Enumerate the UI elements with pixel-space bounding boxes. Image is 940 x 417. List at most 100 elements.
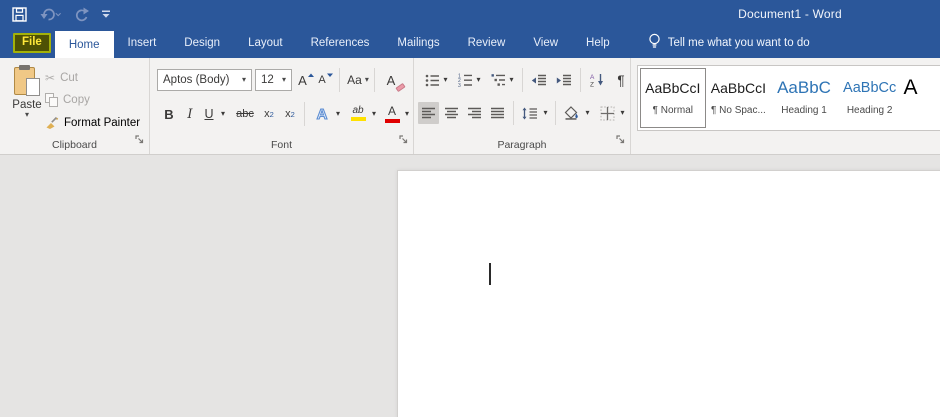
underline-dropdown-icon[interactable]: ▾ [218, 103, 228, 125]
font-color-dropdown-icon[interactable]: ▾ [402, 103, 412, 125]
title-bar: Document1 - Word [0, 0, 940, 28]
align-right-button[interactable] [464, 102, 485, 124]
line-spacing-dropdown-icon[interactable]: ▾ [541, 102, 550, 124]
lightbulb-icon [648, 33, 661, 53]
bullets-icon [425, 74, 440, 87]
redo-icon[interactable] [73, 6, 89, 22]
bullets-button[interactable] [422, 69, 442, 91]
styles-gallery: AaBbCcI ¶ Normal AaBbCcI ¶ No Spac... Aa… [637, 65, 940, 131]
font-group-label: Font [150, 139, 413, 151]
undo-icon[interactable] [39, 6, 61, 22]
tab-help[interactable]: Help [572, 28, 624, 58]
svg-text:Z: Z [590, 82, 594, 88]
tell-me-box[interactable]: Tell me what you want to do [648, 33, 810, 53]
multilevel-list-button[interactable] [488, 69, 508, 91]
justify-button[interactable] [487, 102, 508, 124]
save-icon[interactable] [12, 7, 27, 22]
line-spacing-button[interactable] [519, 102, 541, 124]
tab-view[interactable]: View [519, 28, 572, 58]
font-size-value: 12 [261, 74, 274, 86]
show-hide-formatting-button[interactable]: ¶ [613, 69, 629, 91]
tab-home[interactable]: Home [55, 31, 114, 58]
numbering-button[interactable]: 123 [455, 69, 475, 91]
superscript-button[interactable]: x2 [281, 103, 299, 125]
font-name-dropdown-icon[interactable]: ▾ [237, 76, 246, 84]
clipboard-group: Paste ▾ ✂ Cut Copy Format Painter Clipbo… [0, 58, 150, 154]
text-effects-dropdown-icon[interactable]: ▾ [333, 103, 343, 125]
ribbon-tab-row: File Home Insert Design Layout Reference… [0, 28, 940, 58]
font-size-dropdown-icon[interactable]: ▾ [277, 76, 286, 84]
borders-button[interactable] [596, 102, 618, 124]
tab-design[interactable]: Design [170, 28, 234, 58]
decrease-indent-button[interactable] [528, 69, 550, 91]
style-no-spacing[interactable]: AaBbCcI ¶ No Spac... [706, 68, 772, 128]
customize-quick-access-icon[interactable] [101, 9, 111, 19]
sort-button[interactable]: AZ [586, 69, 608, 91]
tab-insert[interactable]: Insert [114, 28, 171, 58]
tab-file[interactable]: File [13, 33, 51, 54]
bullets-dropdown-icon[interactable]: ▾ [441, 69, 450, 91]
style-heading-2[interactable]: AaBbCc Heading 2 [837, 68, 903, 128]
text-effects-button[interactable]: A [311, 103, 333, 125]
borders-icon [600, 106, 615, 121]
shading-button[interactable] [561, 102, 583, 124]
paragraph-group-label: Paragraph [414, 139, 630, 151]
document-page[interactable] [397, 170, 940, 417]
borders-dropdown-icon[interactable]: ▾ [618, 102, 627, 124]
scissors-icon: ✂ [45, 71, 55, 85]
tab-layout[interactable]: Layout [234, 28, 297, 58]
shrink-font-button[interactable]: A [317, 69, 334, 91]
tab-mailings[interactable]: Mailings [383, 28, 453, 58]
font-color-button[interactable]: A [381, 102, 403, 124]
format-painter-icon [45, 115, 59, 132]
tab-references[interactable]: References [297, 28, 384, 58]
format-painter-button[interactable]: Format Painter [45, 113, 140, 133]
copy-label: Copy [63, 94, 90, 106]
text-effects-icon: A [317, 106, 328, 123]
multilevel-list-icon [491, 73, 506, 87]
underline-button[interactable]: U [201, 103, 217, 125]
bold-button[interactable]: B [161, 103, 177, 125]
align-center-button[interactable] [441, 102, 462, 124]
word-window: Document1 - Word File Home Insert Design… [0, 0, 940, 417]
subscript-button[interactable]: x2 [260, 103, 278, 125]
quick-access-toolbar [12, 0, 111, 28]
increase-indent-button[interactable] [553, 69, 575, 91]
multilevel-list-dropdown-icon[interactable]: ▾ [507, 69, 516, 91]
cut-label: Cut [60, 72, 78, 84]
change-case-dropdown-icon: ▾ [365, 76, 369, 84]
font-size-combobox[interactable]: 12 ▾ [255, 69, 292, 91]
paste-dropdown-icon[interactable]: ▾ [25, 111, 29, 119]
shading-dropdown-icon[interactable]: ▾ [583, 102, 592, 124]
clipboard-dialog-launcher-icon[interactable] [135, 132, 145, 150]
italic-button[interactable]: I [183, 103, 197, 125]
tab-review[interactable]: Review [454, 28, 520, 58]
numbering-icon: 123 [458, 73, 473, 87]
increase-indent-icon [556, 74, 572, 87]
style-heading-1[interactable]: AaBbC Heading 1 [771, 68, 837, 128]
copy-button[interactable]: Copy [45, 90, 90, 110]
font-color-icon: A [385, 104, 400, 123]
align-left-button[interactable] [418, 102, 439, 124]
style-partial[interactable]: A [902, 68, 939, 128]
window-title: Document1 - Word [660, 0, 920, 28]
change-case-button[interactable]: Aa ▾ [345, 69, 371, 91]
style-normal[interactable]: AaBbCcI ¶ Normal [640, 68, 706, 128]
clear-formatting-button[interactable]: A [381, 69, 401, 91]
text-highlight-dropdown-icon[interactable]: ▾ [369, 103, 379, 125]
font-name-combobox[interactable]: Aptos (Body) ▾ [157, 69, 252, 91]
grow-font-button[interactable]: A [297, 69, 315, 91]
cut-button[interactable]: ✂ Cut [45, 68, 78, 88]
align-center-icon [445, 107, 459, 119]
tell-me-label: Tell me what you want to do [668, 37, 810, 49]
paste-button[interactable]: Paste ▾ [6, 65, 48, 139]
clipboard-group-label: Clipboard [0, 139, 149, 151]
styles-group: AaBbCcI ¶ Normal AaBbCcI ¶ No Spac... Aa… [631, 58, 940, 154]
document-area [0, 155, 940, 417]
font-dialog-launcher-icon[interactable] [399, 132, 409, 150]
sort-icon: AZ [589, 73, 605, 87]
paragraph-dialog-launcher-icon[interactable] [616, 132, 626, 150]
numbering-dropdown-icon[interactable]: ▾ [474, 69, 483, 91]
text-highlight-button[interactable]: ab [346, 102, 370, 124]
strikethrough-button[interactable]: abc [232, 103, 258, 125]
